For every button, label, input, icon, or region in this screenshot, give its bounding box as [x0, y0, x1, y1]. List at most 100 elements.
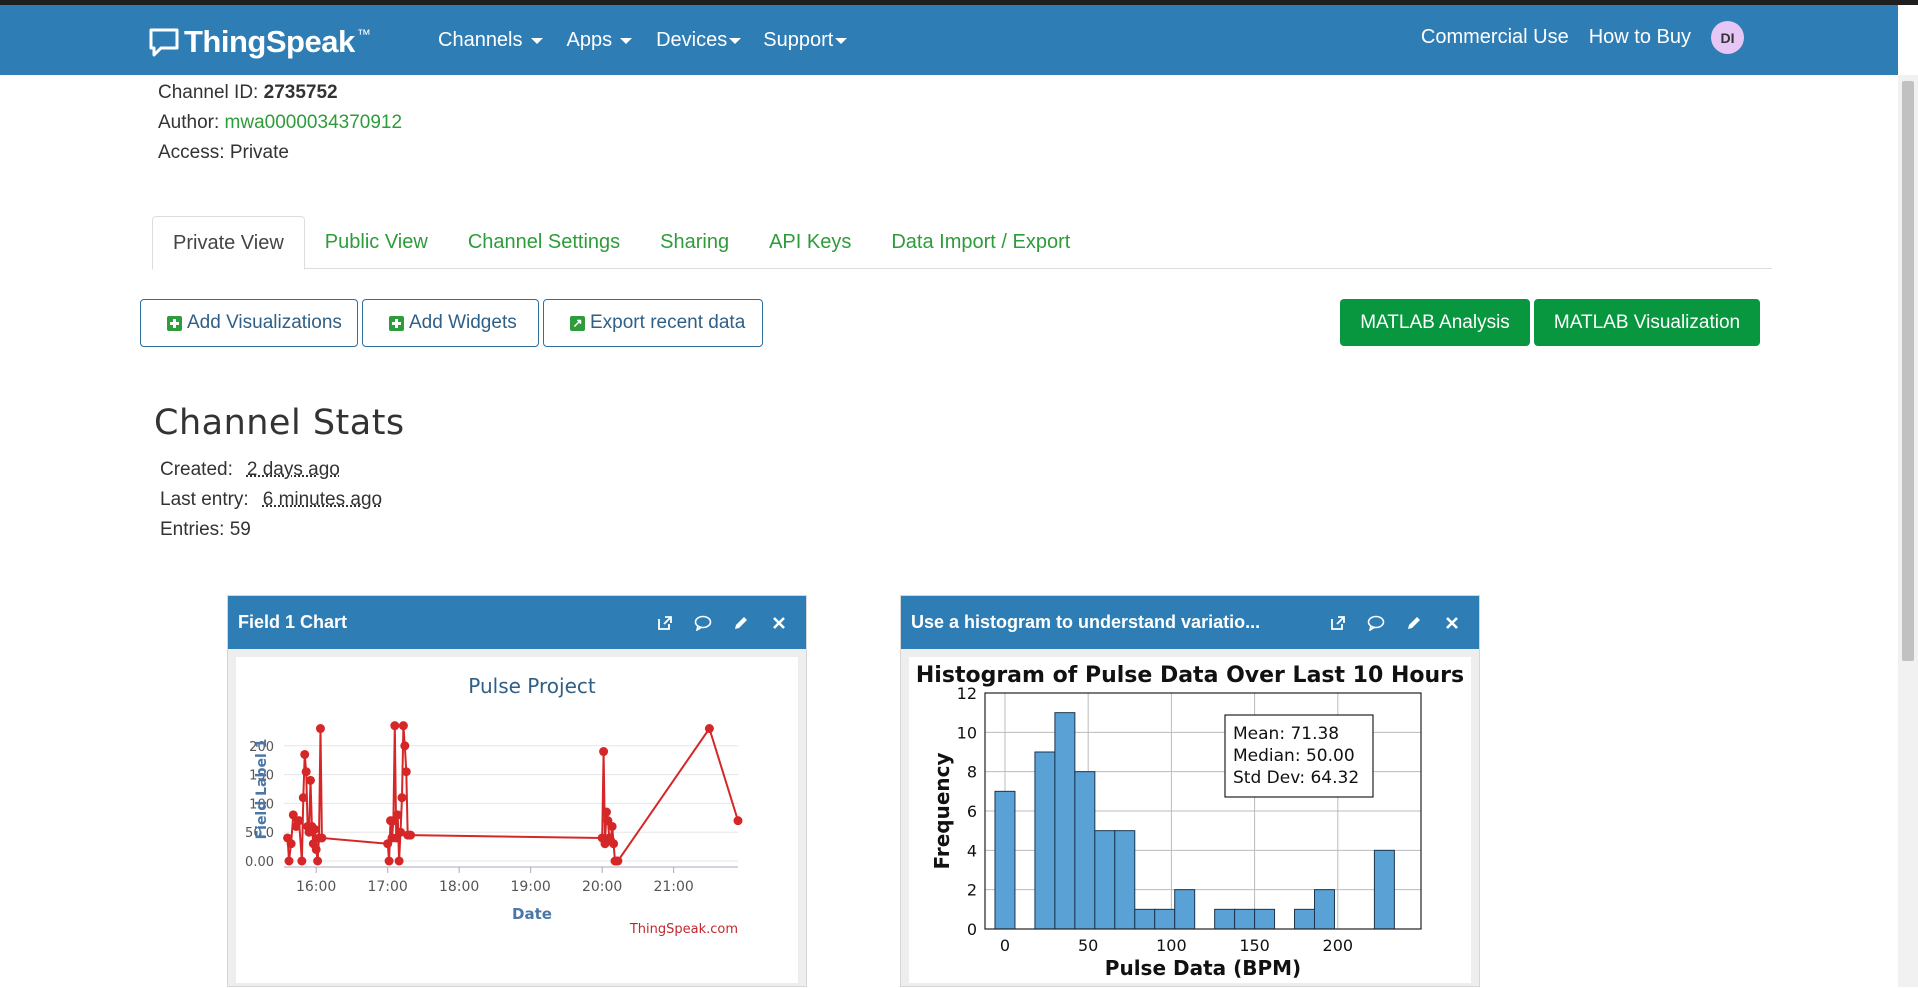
channel-id-label: Channel ID:	[158, 82, 259, 103]
menu-support-label: Support	[763, 29, 834, 51]
y-tick-label: 0.00	[245, 855, 274, 870]
channel-tabs: Private View Public View Channel Setting…	[152, 216, 1772, 270]
y-axis-title: Field Label 1	[254, 739, 270, 840]
x-tick-label: 21:00	[653, 879, 693, 895]
add-visualizations-label: Add Visualizations	[187, 312, 342, 333]
channel-id-value: 2735752	[263, 82, 338, 103]
histogram-bar	[994, 790, 1016, 930]
x-tick-label: 0	[1000, 936, 1010, 955]
thingspeak-logo[interactable]: ThingSpeak ™	[148, 24, 371, 59]
tab-private-view[interactable]: Private View	[152, 216, 305, 270]
panel-toolbar	[1329, 596, 1461, 649]
channel-meta: Channel ID: 2735752 Author: mwa000003437…	[158, 78, 402, 168]
caret-down-icon	[620, 37, 633, 44]
field1-chart-area[interactable]: Pulse Project 0.00 50.0 100 150 200 16:00 17:00…	[236, 657, 798, 983]
scrollbar-thumb[interactable]	[1902, 81, 1914, 661]
field1-chart-panel: Field 1 Chart Pulse Project 0.00 50.0 100 15…	[227, 595, 807, 987]
author-label: Author:	[158, 112, 220, 133]
external-arrow-icon: ↗	[570, 315, 585, 331]
histogram-bar	[1214, 908, 1236, 930]
caret-down-icon	[835, 37, 848, 44]
x-axis-title: Pulse Data (BPM)	[1105, 956, 1301, 980]
export-recent-data-label: Export recent data	[590, 312, 746, 333]
histogram-bar	[1373, 849, 1395, 930]
y-tick-label: 8	[967, 763, 977, 782]
close-icon[interactable]	[770, 614, 788, 632]
data-point	[607, 821, 617, 831]
tab-channel-settings[interactable]: Channel Settings	[448, 216, 640, 268]
menu-channels[interactable]: Channels	[438, 29, 543, 52]
histogram-bar	[1134, 908, 1156, 930]
tab-sharing[interactable]: Sharing	[640, 216, 749, 268]
channel-id-row: Channel ID: 2735752	[158, 78, 402, 108]
data-point	[406, 830, 416, 840]
brand-trademark: ™	[356, 26, 371, 42]
export-recent-data-button[interactable]: ↗ Export recent data	[543, 299, 763, 347]
author-link[interactable]: mwa0000034370912	[225, 112, 403, 133]
data-point	[301, 767, 311, 777]
y-tick-label: 6	[967, 802, 977, 821]
last-entry-value: 6 minutes ago	[262, 489, 383, 510]
tab-api-keys[interactable]: API Keys	[749, 216, 871, 268]
histogram-bar	[1313, 889, 1335, 930]
created-value: 2 days ago	[246, 459, 340, 480]
data-point	[305, 775, 315, 785]
data-point	[394, 856, 404, 866]
menu-support[interactable]: Support	[763, 29, 848, 52]
data-point	[286, 839, 296, 849]
account-menu: Commercial Use How to Buy DI	[1421, 21, 1898, 54]
access-value: Private	[229, 142, 289, 163]
data-point	[601, 807, 611, 817]
matlab-analysis-button[interactable]: MATLAB Analysis	[1340, 299, 1530, 346]
data-point	[311, 844, 321, 854]
data-point	[300, 749, 310, 759]
histogram-panel-header: Use a histogram to understand variatio..…	[901, 596, 1479, 649]
menu-apps-label: Apps	[566, 29, 613, 51]
x-tick-label: 50	[1078, 936, 1098, 955]
user-avatar[interactable]: DI	[1711, 21, 1744, 54]
data-point	[384, 856, 394, 866]
add-visualizations-button[interactable]: Add Visualizations	[140, 299, 358, 347]
close-icon[interactable]	[1443, 614, 1461, 632]
data-point	[599, 747, 609, 757]
entries-value: 59	[229, 519, 251, 540]
menu-devices[interactable]: Devices	[656, 29, 742, 52]
x-tick-label: 17:00	[367, 879, 407, 895]
data-point	[613, 856, 623, 866]
pencil-icon[interactable]	[1405, 614, 1423, 632]
commercial-use-link[interactable]: Commercial Use	[1421, 26, 1569, 49]
open-window-icon[interactable]	[1329, 614, 1347, 632]
how-to-buy-link[interactable]: How to Buy	[1589, 26, 1691, 49]
stats-annotation-line: Mean: 71.38	[1233, 724, 1339, 744]
stats-annotation-line: Median: 50.00	[1233, 746, 1355, 766]
comment-icon[interactable]	[1367, 614, 1385, 632]
y-tick-label: 10	[957, 723, 977, 742]
histogram-bar	[1094, 830, 1116, 930]
open-window-icon[interactable]	[656, 614, 674, 632]
created-label: Created:	[160, 459, 233, 480]
menu-devices-label: Devices	[656, 29, 728, 51]
caret-down-icon	[530, 37, 543, 44]
comment-icon[interactable]	[694, 614, 712, 632]
vertical-scrollbar[interactable]	[1898, 75, 1918, 987]
chart-credit: ThingSpeak.com	[629, 922, 738, 937]
histogram-bar	[1054, 712, 1076, 930]
histogram-chart-area[interactable]: Histogram of Pulse Data Over Last 10 Hou…	[909, 657, 1471, 983]
histogram-bar	[1174, 889, 1196, 930]
menu-channels-label: Channels	[438, 29, 523, 51]
menu-apps[interactable]: Apps	[567, 29, 633, 52]
pulse-histogram-chart: Histogram of Pulse Data Over Last 10 Hou…	[916, 663, 1464, 980]
data-point	[704, 724, 714, 734]
data-point	[310, 824, 320, 834]
field1-panel-header: Field 1 Chart	[228, 596, 806, 649]
pencil-icon[interactable]	[732, 614, 750, 632]
add-widgets-button[interactable]: Add Widgets	[362, 299, 539, 347]
channel-stats: Created: 2 days ago Last entry: 6 minutes …	[160, 455, 382, 545]
data-point	[398, 721, 408, 731]
matlab-visualization-button[interactable]: MATLAB Visualization	[1534, 299, 1760, 346]
tab-public-view[interactable]: Public View	[305, 216, 448, 268]
tab-data-import-export[interactable]: Data Import / Export	[871, 216, 1090, 268]
author-row: Author: mwa0000034370912	[158, 108, 402, 138]
y-tick-label: 2	[967, 881, 977, 900]
x-tick-label: 19:00	[510, 879, 550, 895]
